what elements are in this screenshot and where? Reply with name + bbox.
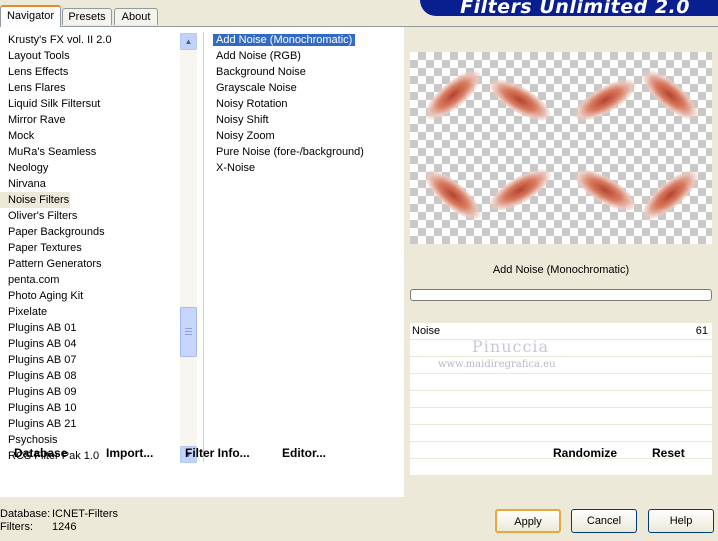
category-item[interactable]: Plugins AB 08: [0, 368, 180, 384]
tab-presets[interactable]: Presets: [62, 8, 112, 25]
filter-item[interactable]: Noisy Zoom: [204, 128, 404, 144]
app-banner: Filters Unlimited 2.0: [420, 0, 718, 18]
apply-button[interactable]: Apply: [495, 509, 561, 533]
filter-item[interactable]: Pure Noise (fore-/background): [204, 144, 404, 160]
filter-item[interactable]: X-Noise: [204, 160, 404, 176]
preview-image: [410, 52, 712, 244]
database-label: Database:: [0, 508, 51, 520]
filter-item-label: Background Noise: [216, 66, 306, 78]
filter-item[interactable]: Background Noise: [204, 64, 404, 80]
cancel-button[interactable]: Cancel: [571, 509, 637, 533]
filter-item[interactable]: Add Noise (Monochromatic): [204, 32, 404, 48]
database-button[interactable]: Database: [14, 446, 67, 460]
filters-count: 1246: [52, 521, 77, 533]
filters-label: Filters:: [0, 521, 33, 533]
filter-item-label: X-Noise: [216, 162, 256, 174]
category-item[interactable]: Mirror Rave: [0, 112, 180, 128]
randomize-button[interactable]: Randomize: [553, 446, 617, 460]
tab-bar: Navigator Presets About: [0, 0, 420, 28]
category-item[interactable]: Plugins AB 04: [0, 336, 180, 352]
filter-item-label: Noisy Shift: [216, 114, 269, 126]
active-filter-name: Add Noise (Monochromatic): [492, 264, 630, 276]
filter-list[interactable]: Add Noise (Monochromatic) Add Noise (RGB)…: [203, 32, 404, 462]
filter-item[interactable]: Noisy Shift: [204, 112, 404, 128]
category-item[interactable]: Liquid Silk Filtersut: [0, 96, 180, 112]
parameter-row[interactable]: Noise 61: [410, 323, 712, 340]
category-item[interactable]: MuRa's Seamless: [0, 144, 180, 160]
category-item[interactable]: Plugins AB 07: [0, 352, 180, 368]
filter-item-label: Grayscale Noise: [216, 82, 297, 94]
progress-bar: [410, 289, 712, 301]
preview-pane: Add Noise (Monochromatic) Noise 61 Pinuc…: [404, 27, 718, 497]
reset-button[interactable]: Reset: [652, 446, 685, 460]
category-item[interactable]: Pattern Generators: [0, 256, 180, 272]
filter-item[interactable]: Add Noise (RGB): [204, 48, 404, 64]
category-item[interactable]: Paper Textures: [0, 240, 180, 256]
category-item[interactable]: Plugins AB 01: [0, 320, 180, 336]
category-item[interactable]: Plugins AB 21: [0, 416, 180, 432]
category-item[interactable]: Nirvana: [0, 176, 180, 192]
category-item[interactable]: Plugins AB 09: [0, 384, 180, 400]
app-title: Filters Unlimited 2.0: [460, 0, 690, 18]
category-item[interactable]: Noise Filters: [0, 192, 70, 208]
category-list[interactable]: Krusty's FX vol. II 2.0 Layout Tools Lens …: [0, 32, 180, 497]
filter-item-label: Noisy Zoom: [216, 130, 275, 142]
parameter-value[interactable]: 61: [696, 323, 708, 339]
parameter-label: Noise: [412, 325, 441, 337]
category-item[interactable]: Lens Flares: [0, 80, 180, 96]
category-item[interactable]: Pixelate: [0, 304, 180, 320]
filter-item-label: Add Noise (RGB): [216, 50, 301, 62]
database-value: ICNET-Filters: [52, 508, 118, 520]
filter-item-label: Pure Noise (fore-/background): [216, 146, 364, 158]
category-scrollbar[interactable]: ▲ ▼: [180, 33, 197, 463]
filter-item-label: Add Noise (Monochromatic): [213, 34, 356, 46]
filter-item[interactable]: Noisy Rotation: [204, 96, 404, 112]
category-item[interactable]: Oliver's Filters: [0, 208, 180, 224]
filter-item[interactable]: Grayscale Noise: [204, 80, 404, 96]
tab-about[interactable]: About: [114, 8, 158, 25]
category-item[interactable]: Layout Tools: [0, 48, 180, 64]
status-area: Database: ICNET-Filters Filters: 1246: [0, 508, 118, 534]
tab-navigator[interactable]: Navigator: [0, 5, 61, 27]
category-item[interactable]: Lens Effects: [0, 64, 180, 80]
category-item[interactable]: Mock: [0, 128, 180, 144]
navigator-panel: Krusty's FX vol. II 2.0 Layout Tools Lens …: [0, 26, 718, 497]
filter-item-label: Noisy Rotation: [216, 98, 288, 110]
scroll-up-icon[interactable]: ▲: [180, 33, 197, 50]
filter-info-button[interactable]: Filter Info...: [185, 446, 250, 460]
editor-button[interactable]: Editor...: [282, 446, 326, 460]
help-button[interactable]: Help: [648, 509, 714, 533]
category-item[interactable]: Plugins AB 10: [0, 400, 180, 416]
import-button[interactable]: Import...: [106, 446, 153, 460]
scroll-thumb[interactable]: [180, 307, 197, 357]
category-item[interactable]: penta.com: [0, 272, 180, 288]
category-item[interactable]: Krusty's FX vol. II 2.0: [0, 32, 180, 48]
category-item[interactable]: Neology: [0, 160, 180, 176]
watermark-name: Pinuccia: [472, 337, 550, 356]
watermark-url: www.maidiregrafica.eu: [438, 359, 556, 370]
category-item[interactable]: Paper Backgrounds: [0, 224, 180, 240]
category-item[interactable]: Photo Aging Kit: [0, 288, 180, 304]
